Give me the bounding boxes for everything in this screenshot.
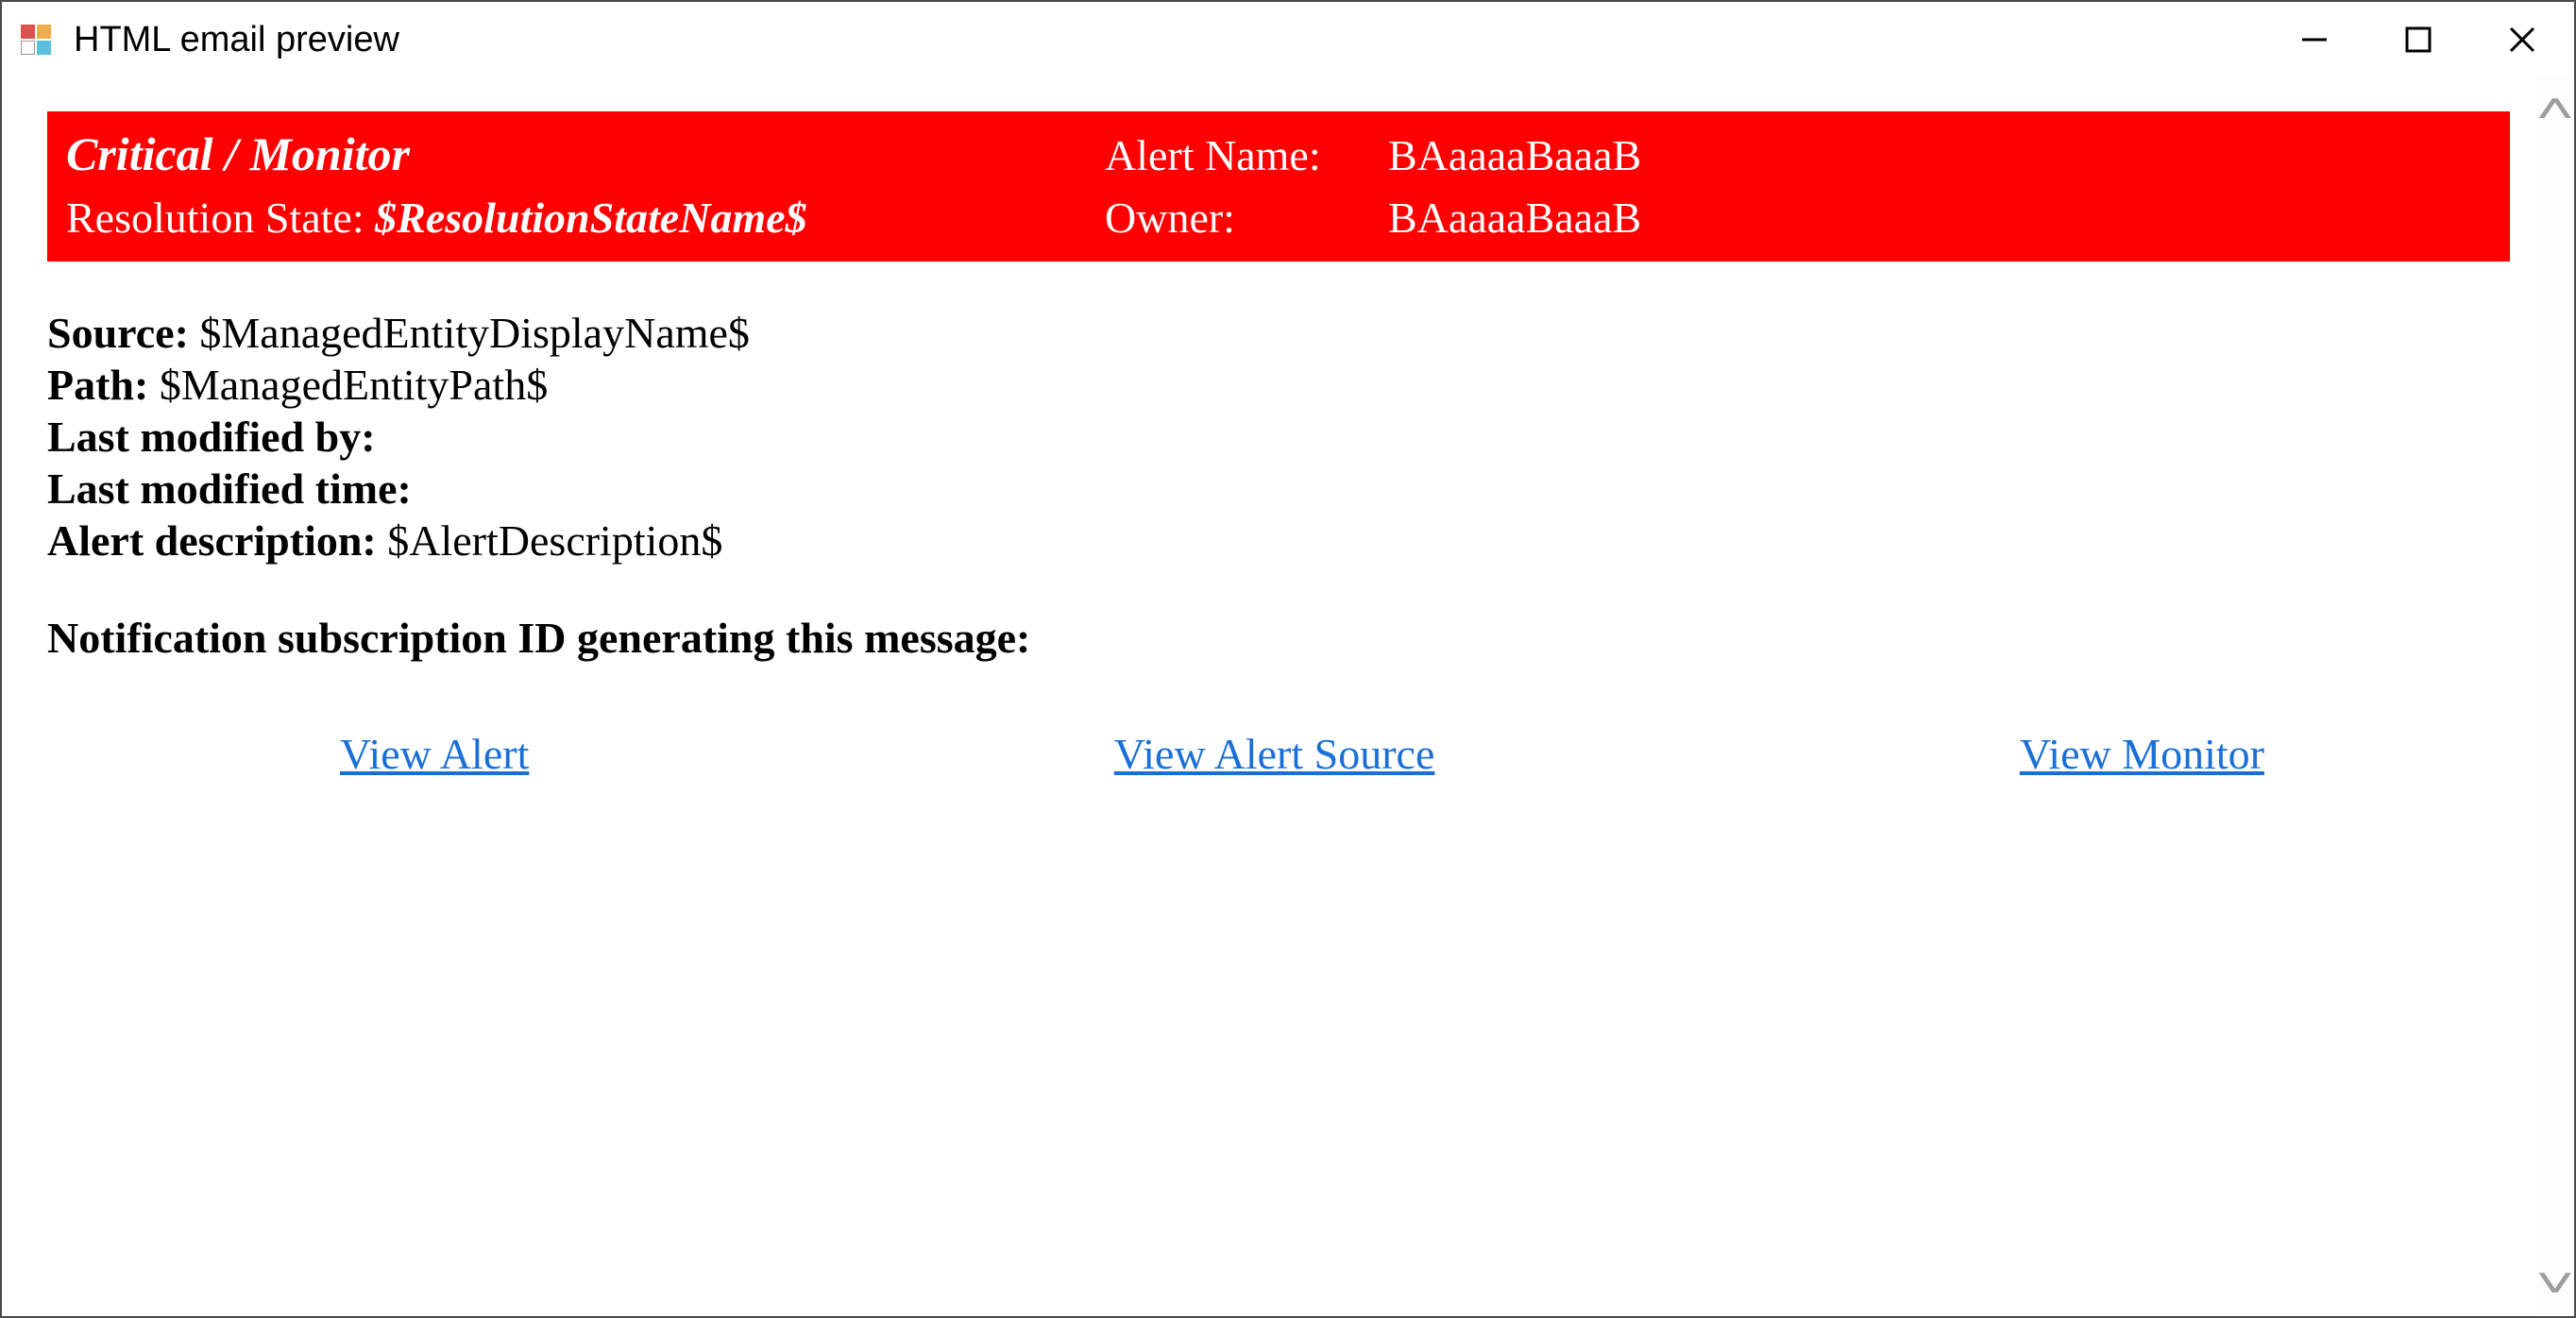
source-row: Source: $ManagedEntityDisplayName$: [47, 309, 2510, 359]
resolution-state-label: Resolution State:: [66, 194, 375, 242]
minimize-button[interactable]: [2262, 2, 2366, 77]
client-area: Critical / Monitor Alert Name: BAaaaaBaa…: [2, 77, 2574, 1316]
path-label: Path:: [47, 361, 160, 409]
alert-name-value: BAaaaaBaaaB: [1388, 130, 1641, 180]
alert-name-label: Alert Name:: [1105, 130, 1388, 180]
links-row: View Alert View Alert Source View Monito…: [47, 729, 2510, 779]
vertical-scrollbar[interactable]: ˄ ˅: [2536, 77, 2574, 1316]
window-title: HTML email preview: [74, 20, 2262, 60]
titlebar: HTML email preview: [2, 2, 2574, 77]
window: HTML email preview Critical / Monitor Al…: [0, 0, 2576, 1318]
maximize-button[interactable]: [2366, 2, 2470, 77]
window-controls: [2262, 2, 2574, 77]
app-icon: [21, 25, 51, 55]
detail-fields: Source: $ManagedEntityDisplayName$ Path:…: [47, 309, 2510, 566]
band-row-2: Resolution State: $ResolutionStateName$ …: [66, 187, 2491, 248]
close-button[interactable]: [2470, 2, 2574, 77]
minimize-icon: [2298, 24, 2330, 56]
email-content: Critical / Monitor Alert Name: BAaaaaBaa…: [2, 77, 2536, 1316]
resolution-state-value: $ResolutionStateName$: [375, 194, 806, 242]
owner-label: Owner:: [1105, 193, 1388, 243]
last-modified-by-label: Last modified by:: [47, 413, 376, 461]
alert-description-label: Alert description:: [47, 516, 387, 565]
path-value: $ManagedEntityPath$: [160, 361, 548, 409]
view-alert-source-link[interactable]: View Alert Source: [1114, 729, 1435, 779]
source-value: $ManagedEntityDisplayName$: [199, 309, 750, 357]
maximize-icon: [2403, 25, 2433, 55]
band-row-1: Critical / Monitor Alert Name: BAaaaaBaa…: [66, 121, 2491, 187]
severity-source: Critical / Monitor: [66, 127, 1105, 181]
scroll-down-icon[interactable]: ˅: [2535, 1263, 2574, 1305]
last-modified-by-row: Last modified by:: [47, 413, 2510, 463]
alert-header-band: Critical / Monitor Alert Name: BAaaaaBaa…: [47, 111, 2510, 262]
owner-value: BAaaaaBaaaB: [1388, 193, 1641, 243]
source-label: Source:: [47, 309, 199, 357]
last-modified-time-label: Last modified time:: [47, 465, 412, 513]
view-alert-link[interactable]: View Alert: [340, 729, 529, 779]
scroll-up-icon[interactable]: ˄: [2535, 89, 2574, 130]
alert-description-value: $AlertDescription$: [387, 516, 722, 565]
close-icon: [2506, 24, 2538, 56]
last-modified-time-row: Last modified time:: [47, 465, 2510, 515]
view-monitor-link[interactable]: View Monitor: [2020, 729, 2264, 779]
subscription-id-label: Notification subscription ID generating …: [47, 613, 2510, 663]
resolution-state-cell: Resolution State: $ResolutionStateName$: [66, 193, 1105, 243]
path-row: Path: $ManagedEntityPath$: [47, 361, 2510, 411]
alert-description-row: Alert description: $AlertDescription$: [47, 516, 2510, 566]
